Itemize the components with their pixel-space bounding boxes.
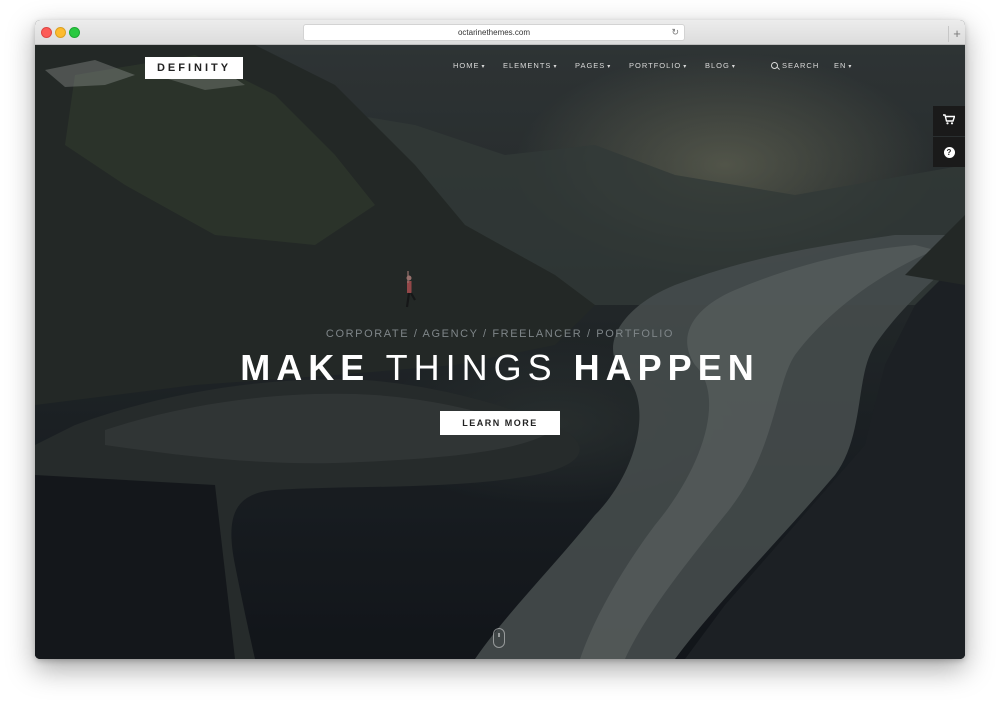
headline-word: MAKE — [240, 347, 371, 388]
plus-icon[interactable]: + — [948, 26, 965, 42]
nav-item-portfolio[interactable]: PORTFOLIO ▾ — [629, 61, 687, 70]
nav-item-label: PAGES — [575, 61, 606, 70]
learn-more-button[interactable]: LEARN MORE — [440, 411, 560, 435]
address-bar-url: octarinethemes.com — [457, 28, 531, 37]
minimize-window-button[interactable] — [55, 27, 66, 38]
hero-tagline: CORPORATE / AGENCY / FREELANCER / PORTFO… — [325, 328, 675, 340]
nav-item-home[interactable]: HOME ▾ — [453, 61, 486, 70]
help-button[interactable]: ? — [933, 137, 965, 167]
nav-item-blog[interactable]: BLOG ▾ — [705, 61, 736, 70]
mouse-scroll-icon[interactable] — [493, 628, 505, 648]
reload-icon[interactable]: ↻ — [671, 25, 679, 40]
search-label: SEARCH — [782, 61, 820, 70]
nav-item-elements[interactable]: ELEMENTS ▾ — [503, 61, 557, 70]
address-bar[interactable]: octarinethemes.com ↻ — [303, 24, 685, 41]
site-logo[interactable]: DEFINITY — [145, 57, 243, 79]
question-icon: ? — [943, 146, 955, 158]
maximize-window-button[interactable] — [69, 27, 80, 38]
close-window-button[interactable] — [41, 27, 52, 38]
nav-item-pages[interactable]: PAGES ▾ — [575, 61, 611, 70]
nav-item-label: PORTFOLIO — [629, 61, 682, 70]
chevron-down-icon: ▾ — [848, 64, 853, 70]
browser-window: octarinethemes.com ↻ + DEFINITY HOME ▾ E… — [35, 20, 965, 659]
nav-item-label: BLOG — [705, 61, 730, 70]
chevron-down-icon: ▾ — [481, 64, 486, 70]
search-button[interactable]: SEARCH — [771, 61, 819, 70]
language-selector[interactable]: EN ▾ — [834, 61, 852, 70]
chevron-down-icon: ▾ — [683, 64, 688, 70]
search-icon — [771, 62, 778, 69]
chevron-down-icon: ▾ — [553, 64, 558, 70]
browser-titlebar: octarinethemes.com ↻ + — [35, 20, 965, 45]
page-viewport: DEFINITY HOME ▾ ELEMENTS ▾ PAGES ▾ PORTFOLI… — [35, 45, 965, 659]
cart-button[interactable] — [933, 106, 965, 136]
hero-headline: MAKE THINGS HAPPEN — [35, 347, 965, 389]
headline-word: THINGS — [385, 347, 558, 388]
chevron-down-icon: ▾ — [607, 64, 612, 70]
language-label: EN — [834, 61, 847, 70]
nav-item-label: ELEMENTS — [503, 61, 552, 70]
nav-item-label: HOME — [453, 61, 480, 70]
headline-word: HAPPEN — [573, 347, 760, 388]
cart-icon — [943, 114, 956, 128]
chevron-down-icon: ▾ — [731, 64, 736, 70]
